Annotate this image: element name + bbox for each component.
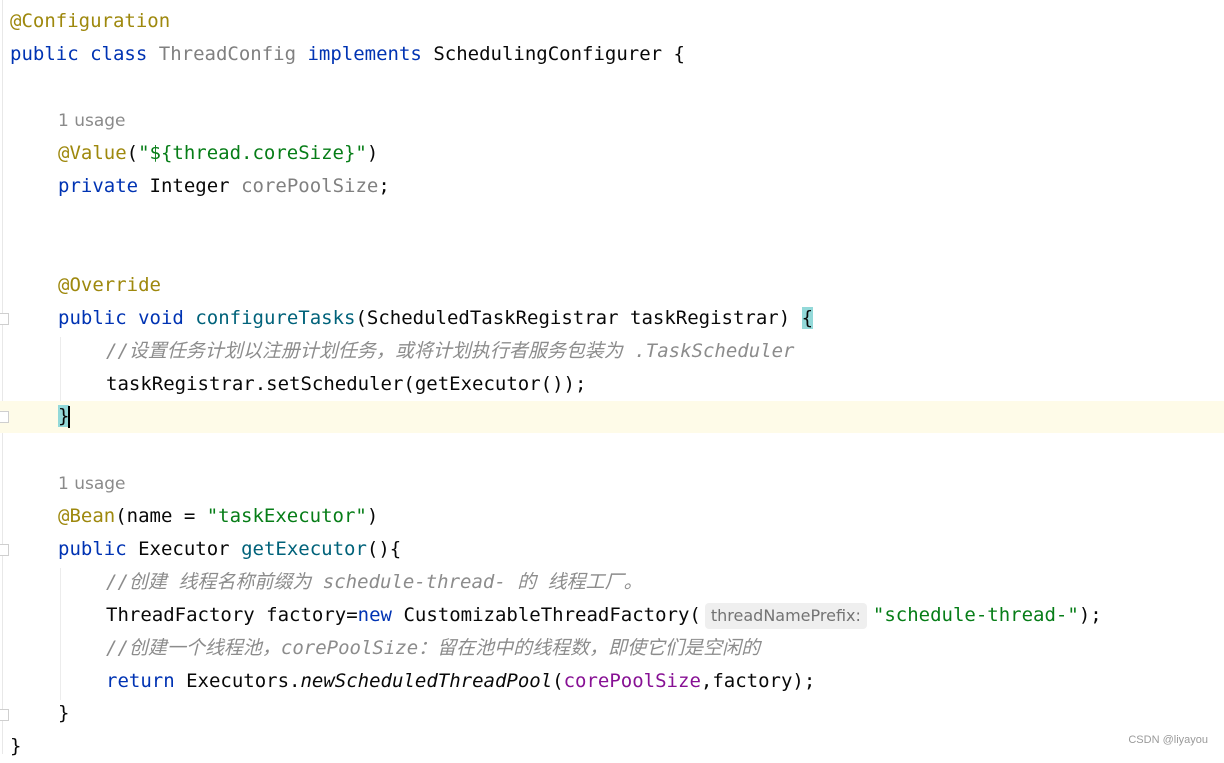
field-token: corePoolSize — [241, 175, 379, 197]
code-line-comment[interactable]: //创建 线程名称前缀为 schedule-thread- 的 线程工厂。 — [106, 566, 643, 599]
field-token: corePoolSize — [563, 670, 701, 692]
code-token: Executors. — [186, 670, 301, 692]
current-line-highlight — [0, 401, 1224, 433]
string-token: "taskExecutor" — [206, 505, 367, 527]
method-name-token: configureTasks — [195, 307, 356, 329]
code-line-closing-brace[interactable]: } — [58, 400, 71, 433]
usage-hint[interactable]: 1 usage — [58, 468, 126, 501]
code-line-method-signature[interactable]: public void configureTasks(ScheduledTask… — [58, 302, 814, 335]
paren-token: ( — [126, 142, 139, 164]
parameter-name-hint: threadNamePrefix: — [704, 603, 867, 629]
string-token: "${thread.coreSize}" — [138, 142, 367, 164]
annotation-token: @Value — [58, 142, 127, 164]
code-line-method-signature[interactable]: public Executor getExecutor(){ — [58, 533, 401, 566]
fold-marker-icon[interactable] — [0, 313, 9, 325]
code-line-statement[interactable]: ThreadFactory factory=new CustomizableTh… — [106, 599, 1102, 632]
args-token: (name = — [115, 505, 207, 527]
semicolon-token: ; — [378, 175, 390, 197]
watermark: CSDN @liyayou — [1128, 734, 1208, 746]
keyword-token: public — [10, 43, 79, 65]
code-token: ,factory); — [700, 670, 816, 692]
annotation-token: @Bean — [58, 505, 116, 527]
interface-token: SchedulingConfigurer { — [433, 43, 685, 65]
code-token: CustomizableThreadFactory( — [403, 604, 701, 626]
keyword-token: return — [106, 670, 175, 692]
type-token: Executor — [138, 538, 230, 560]
fold-marker-icon[interactable] — [0, 544, 9, 556]
code-line-return[interactable]: return Executors.newScheduledThreadPool(… — [106, 665, 815, 698]
text-caret — [68, 405, 71, 428]
keyword-token: class — [90, 43, 148, 65]
indent-guide — [60, 337, 61, 401]
gutter-border — [2, 0, 3, 754]
annotation-token: @Configuration — [10, 10, 171, 32]
method-name-token: getExecutor — [241, 538, 367, 560]
code-line-class-declaration[interactable]: public class ThreadConfig implements Sch… — [10, 38, 685, 71]
code-line-bean-annotation[interactable]: @Bean(name = "taskExecutor") — [58, 500, 378, 533]
code-line-closing-brace[interactable]: } — [10, 730, 21, 763]
code-line-comment[interactable]: //创建一个线程池，corePoolSize：留在池中的线程数，即使它们是空闲的 — [106, 632, 760, 665]
fold-marker-icon[interactable] — [0, 411, 9, 423]
indent-guide — [60, 568, 61, 700]
class-name-token: ThreadConfig — [158, 43, 297, 65]
code-editor[interactable]: @Configuration public class ThreadConfig… — [0, 0, 1224, 757]
code-line-comment[interactable]: //设置任务计划以注册计划任务，或将计划执行者服务包装为 .TaskSchedu… — [106, 335, 794, 368]
code-line-value-annotation[interactable]: @Value("${thread.coreSize}") — [58, 137, 378, 170]
keyword-token: public — [58, 538, 127, 560]
code-line-statement[interactable]: taskRegistrar.setScheduler(getExecutor()… — [106, 368, 586, 401]
keyword-token: new — [357, 604, 392, 626]
usage-hint[interactable]: 1 usage — [58, 105, 126, 138]
keyword-token: private — [58, 175, 139, 197]
matched-brace: { — [801, 307, 814, 329]
code-line-annotation[interactable]: @Configuration — [10, 5, 170, 38]
keyword-token: void — [138, 307, 184, 329]
code-line-closing-brace[interactable]: } — [58, 697, 69, 730]
paren-token: (){ — [366, 538, 402, 560]
code-token: ); — [1078, 604, 1102, 626]
method-call-token: newScheduledThreadPool — [300, 670, 553, 692]
code-line-field[interactable]: private Integer corePoolSize; — [58, 170, 390, 203]
fold-marker-icon[interactable] — [0, 709, 9, 721]
params-token: (ScheduledTaskRegistrar taskRegistrar) — [355, 307, 791, 329]
paren-token: ) — [366, 142, 379, 164]
keyword-token: implements — [307, 43, 422, 65]
code-line-override[interactable]: @Override — [58, 269, 161, 302]
keyword-token: public — [58, 307, 127, 329]
annotation-token: @Override — [58, 274, 161, 296]
string-token: "schedule-thread-" — [872, 604, 1079, 626]
paren-token: ) — [366, 505, 379, 527]
paren-token: ( — [552, 670, 564, 692]
code-token: ThreadFactory factory= — [106, 604, 358, 626]
type-token: Integer — [149, 175, 230, 197]
